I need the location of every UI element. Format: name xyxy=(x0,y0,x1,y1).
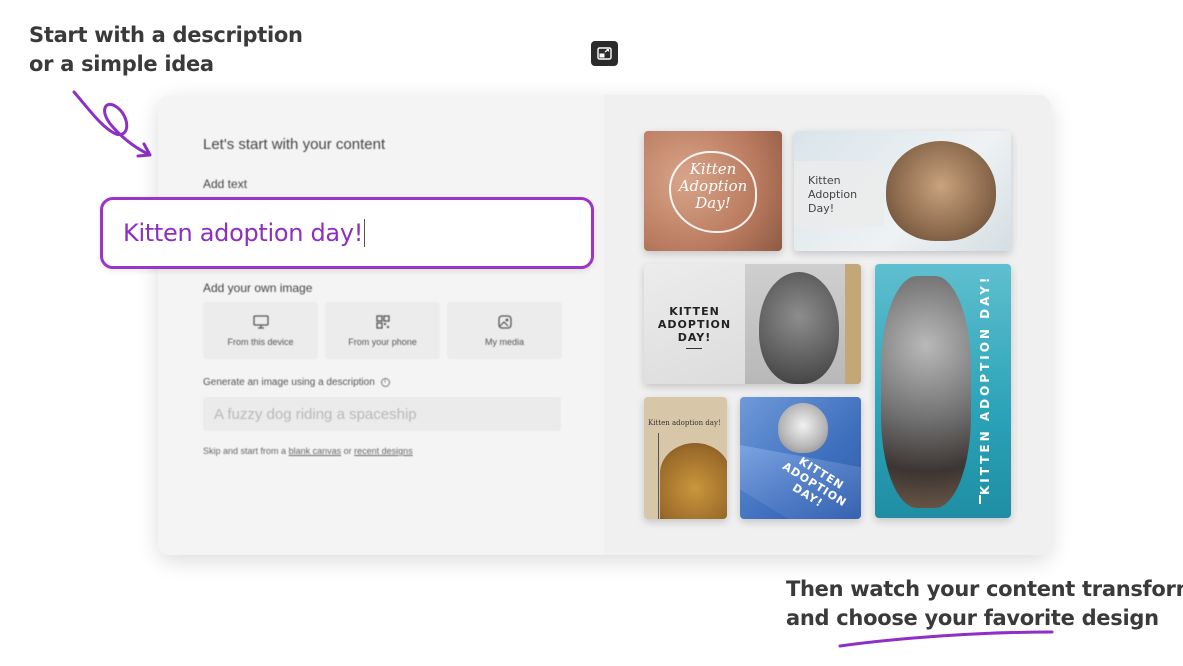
design-3-rule xyxy=(686,348,702,349)
content-form: Let's start with your content Add text A… xyxy=(158,95,604,555)
kitten-photo xyxy=(881,276,971,508)
blank-canvas-link[interactable]: blank canvas xyxy=(289,446,342,456)
my-media-button[interactable]: My media xyxy=(447,302,562,359)
expand-button[interactable] xyxy=(591,41,618,66)
intro-caption-line2: or a simple idea xyxy=(29,52,214,76)
design-option-1[interactable]: Kitten Adoption Day! xyxy=(644,131,782,251)
generate-label-text: Generate an image using a description xyxy=(203,377,375,388)
design-4-text: KITTEN ADOPTION DAY! xyxy=(978,274,992,495)
design-suggestions: Kitten Adoption Day! Kitten Adoption Day… xyxy=(604,95,1051,555)
design-option-6[interactable]: KITTEN ADOPTION DAY! xyxy=(740,397,861,519)
monitor-icon xyxy=(252,314,269,329)
add-text-input[interactable]: Kitten adoption day! xyxy=(100,197,594,269)
text-caret xyxy=(364,219,366,247)
from-phone-button[interactable]: From your phone xyxy=(325,302,440,359)
design-option-4[interactable]: KITTEN ADOPTION DAY! xyxy=(875,264,1011,518)
add-text-value: Kitten adoption day! xyxy=(123,219,364,247)
outro-caption: Then watch your content transform and ch… xyxy=(786,575,1183,633)
design-option-5[interactable]: Kitten adoption day! xyxy=(644,397,727,519)
kitten-photo xyxy=(745,264,861,384)
design-1-text: Kitten Adoption Day! xyxy=(678,160,748,212)
image-icon xyxy=(497,314,512,329)
kitten-photo xyxy=(886,141,996,241)
designer-card: Let's start with your content Add text A… xyxy=(158,95,1051,555)
scratch-post xyxy=(845,264,861,384)
intro-caption: Start with a description or a simple ide… xyxy=(29,21,303,79)
generate-label: Generate an image using a description i xyxy=(203,377,390,388)
qr-code-icon xyxy=(375,314,390,329)
my-media-label: My media xyxy=(484,336,524,347)
generate-description-input[interactable] xyxy=(203,397,561,431)
from-device-button[interactable]: From this device xyxy=(203,302,318,359)
add-image-label: Add your own image xyxy=(203,281,313,295)
design-option-3[interactable]: KITTEN ADOPTION DAY! xyxy=(644,264,861,384)
info-icon[interactable]: i xyxy=(380,377,390,387)
kitten-shape xyxy=(759,272,839,384)
intro-caption-line1: Start with a description xyxy=(29,23,303,47)
form-title: Let's start with your content xyxy=(203,136,386,153)
design-2-text: Kitten Adoption Day! xyxy=(808,174,858,215)
hand-drawn-arrow xyxy=(72,90,152,158)
design-4-stripe xyxy=(979,495,981,504)
kitten-photo xyxy=(778,403,828,453)
design-5-rule xyxy=(658,433,659,519)
hand-drawn-underline xyxy=(838,630,1054,648)
design-5-text: Kitten adoption day! xyxy=(648,419,721,427)
from-phone-label: From your phone xyxy=(348,336,417,347)
design-option-2[interactable]: Kitten Adoption Day! xyxy=(794,131,1011,251)
outro-caption-line1: Then watch your content transform xyxy=(786,577,1183,601)
design-3-text: KITTEN ADOPTION DAY! xyxy=(657,305,732,344)
skip-prefix: Skip and start from a xyxy=(203,446,287,456)
recent-designs-link[interactable]: recent designs xyxy=(354,446,413,456)
add-text-label: Add text xyxy=(203,177,248,191)
expand-icon xyxy=(597,47,612,60)
skip-or: or xyxy=(343,446,352,456)
from-device-label: From this device xyxy=(227,336,294,347)
skip-text: Skip and start from a blank canvas or re… xyxy=(203,446,413,456)
upload-options: From this device From your phone My medi… xyxy=(203,302,562,359)
kitten-photo xyxy=(660,443,727,519)
